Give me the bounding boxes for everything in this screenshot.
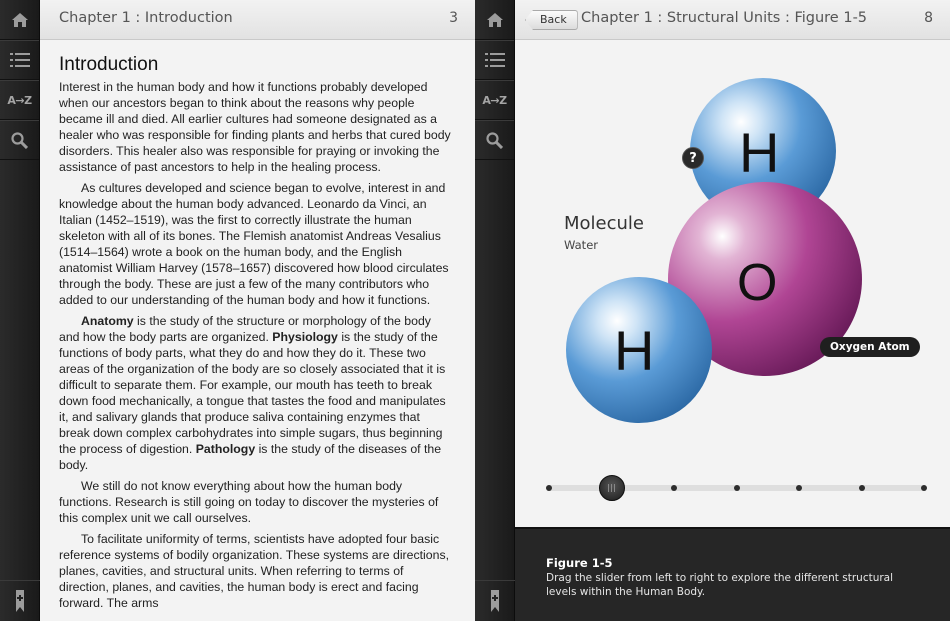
slider-stop[interactable] <box>858 485 865 491</box>
bookmark-button[interactable] <box>0 580 40 621</box>
glossary-label: A→Z <box>7 93 32 107</box>
search-icon <box>11 131 28 149</box>
hydrogen-left-label: H <box>614 319 655 382</box>
paragraph-3: Anatomy is the study of the structure or… <box>59 313 451 473</box>
slider-stop[interactable] <box>733 485 740 491</box>
left-side-rail: A→Z <box>0 0 40 621</box>
right-header: Back Chapter 1 : Structural Units : Figu… <box>515 0 950 40</box>
slider-stop[interactable] <box>671 485 677 491</box>
slider-stop[interactable] <box>796 485 802 491</box>
chapter-title: Chapter 1 : Introduction <box>59 10 233 26</box>
search-button[interactable] <box>0 120 39 160</box>
caption-text: Drag the slider from left to right to ex… <box>546 572 894 598</box>
figure-caption: Figure 1-5 Drag the slider from left to … <box>515 527 950 621</box>
home-icon <box>11 12 28 27</box>
glossary-label: A→Z <box>482 93 507 107</box>
hydrogen-top-label: H <box>739 121 780 184</box>
bookmark-icon <box>491 590 499 612</box>
list-icon <box>9 53 30 67</box>
oxygen-atom-tag[interactable]: Oxygen Atom <box>820 337 920 357</box>
search-button[interactable] <box>475 120 514 160</box>
right-reader-panel: A→Z Back Chapter 1 : Structural Units : … <box>475 0 950 621</box>
caption-title: Figure 1-5 <box>546 556 613 570</box>
term-anatomy: Anatomy <box>81 314 134 328</box>
toc-button[interactable] <box>475 40 514 80</box>
paragraph-1: Interest in the human body and how it fu… <box>59 80 451 174</box>
glossary-button[interactable]: A→Z <box>475 80 514 120</box>
search-icon <box>486 131 503 149</box>
right-page: Back Chapter 1 : Structural Units : Figu… <box>515 0 950 621</box>
home-button[interactable] <box>475 0 514 40</box>
glossary-button[interactable]: A→Z <box>0 80 39 120</box>
left-reader-panel: A→Z Chapter 1 : Introduction 3 Introduct… <box>0 0 475 621</box>
article-content: Introduction Interest in the human body … <box>59 54 451 616</box>
bookmark-button[interactable] <box>475 580 515 621</box>
right-side-rail: A→Z <box>475 0 515 621</box>
toc-button[interactable] <box>0 40 39 80</box>
back-button[interactable]: Back <box>525 10 578 30</box>
figure-stage: H O H Molecule Water ? Oxygen Atom <box>515 41 950 527</box>
page-number: 3 <box>449 10 458 26</box>
paragraph-4: We still do not know everything about ho… <box>59 479 439 525</box>
paragraph-3-part-b: is the study of the functions of body pa… <box>59 330 446 456</box>
section-heading: Introduction <box>59 54 159 75</box>
oxygen-label: O <box>737 254 778 312</box>
paragraph-2: As cultures developed and science began … <box>59 181 449 307</box>
term-pathology: Pathology <box>195 442 256 456</box>
paragraph-5: To facilitate uniformity of terms, scien… <box>59 532 450 610</box>
bookmark-icon <box>16 590 24 612</box>
home-icon <box>486 12 503 27</box>
slider-stop[interactable] <box>546 485 552 491</box>
slider-thumb[interactable] <box>598 475 625 501</box>
figure-title: Chapter 1 : Structural Units : Figure 1-… <box>581 10 868 26</box>
slider-stop[interactable] <box>921 485 927 491</box>
list-icon <box>484 53 505 67</box>
home-button[interactable] <box>0 0 39 40</box>
left-header: Chapter 1 : Introduction 3 <box>40 0 475 40</box>
page-number: 8 <box>924 10 933 26</box>
molecule-subtitle: Water <box>564 238 598 252</box>
help-button[interactable]: ? <box>682 147 704 169</box>
molecule-title: Molecule <box>564 213 644 234</box>
left-page: Chapter 1 : Introduction 3 Introduction … <box>40 0 475 621</box>
term-physiology: Physiology <box>272 330 338 344</box>
